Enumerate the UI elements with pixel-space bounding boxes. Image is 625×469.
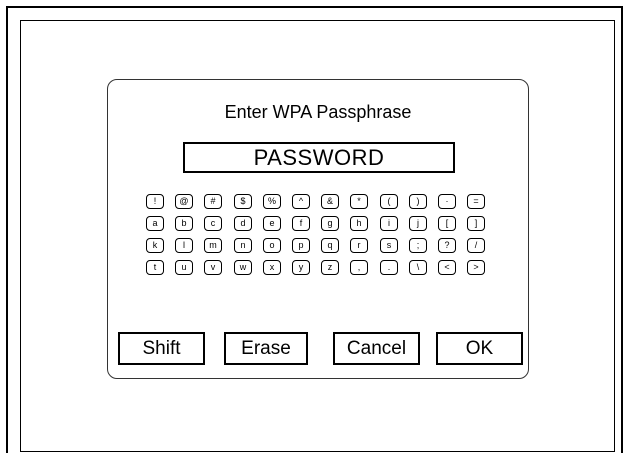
key[interactable]: ? — [438, 238, 456, 253]
key[interactable]: a — [146, 216, 164, 231]
key[interactable]: / — [467, 238, 485, 253]
key[interactable]: ] — [467, 216, 485, 231]
key[interactable]: ; — [409, 238, 427, 253]
key[interactable]: @ — [175, 194, 193, 209]
key[interactable]: # — [204, 194, 222, 209]
erase-button[interactable]: Erase — [224, 332, 308, 365]
key[interactable]: o — [263, 238, 281, 253]
key[interactable]: k — [146, 238, 164, 253]
key[interactable]: · — [438, 194, 456, 209]
key[interactable]: b — [175, 216, 193, 231]
key[interactable]: y — [292, 260, 310, 275]
key[interactable]: i — [380, 216, 398, 231]
passphrase-dialog: Enter WPA Passphrase PASSWORD ! @ # $% ^ & * ()… — [107, 79, 529, 379]
key[interactable]: . — [380, 260, 398, 275]
key[interactable]: f — [292, 216, 310, 231]
key[interactable]: < — [438, 260, 456, 275]
key[interactable]: ^ — [292, 194, 310, 209]
key[interactable]: q — [321, 238, 339, 253]
key[interactable]: c — [204, 216, 222, 231]
key[interactable]: v — [204, 260, 222, 275]
key[interactable]: ( — [380, 194, 398, 209]
ok-button[interactable]: OK — [436, 332, 523, 365]
shift-button[interactable]: Shift — [118, 332, 205, 365]
key[interactable]: [ — [438, 216, 456, 231]
key[interactable]: z — [321, 260, 339, 275]
key[interactable]: l — [175, 238, 193, 253]
key[interactable]: ) — [409, 194, 427, 209]
key[interactable]: u — [175, 260, 193, 275]
key[interactable]: = — [467, 194, 485, 209]
key[interactable]: r — [350, 238, 368, 253]
key[interactable]: t — [146, 260, 164, 275]
key[interactable]: n — [234, 238, 252, 253]
key[interactable]: j — [409, 216, 427, 231]
key[interactable]: , — [350, 260, 368, 275]
key[interactable]: e — [263, 216, 281, 231]
key[interactable]: p — [292, 238, 310, 253]
key[interactable]: x — [263, 260, 281, 275]
key[interactable]: h — [350, 216, 368, 231]
passphrase-input[interactable]: PASSWORD — [183, 142, 455, 173]
key[interactable]: m — [204, 238, 222, 253]
key[interactable]: * — [350, 194, 368, 209]
key[interactable]: w — [234, 260, 252, 275]
key[interactable]: \ — [409, 260, 427, 275]
key[interactable]: & — [321, 194, 339, 209]
key[interactable]: $ — [234, 194, 252, 209]
key[interactable]: > — [467, 260, 485, 275]
key[interactable]: ! — [146, 194, 164, 209]
cancel-button[interactable]: Cancel — [333, 332, 420, 365]
dialog-title: Enter WPA Passphrase — [224, 102, 412, 122]
key[interactable]: s — [380, 238, 398, 253]
key[interactable]: g — [321, 216, 339, 231]
key[interactable]: d — [234, 216, 252, 231]
key[interactable]: % — [263, 194, 281, 209]
